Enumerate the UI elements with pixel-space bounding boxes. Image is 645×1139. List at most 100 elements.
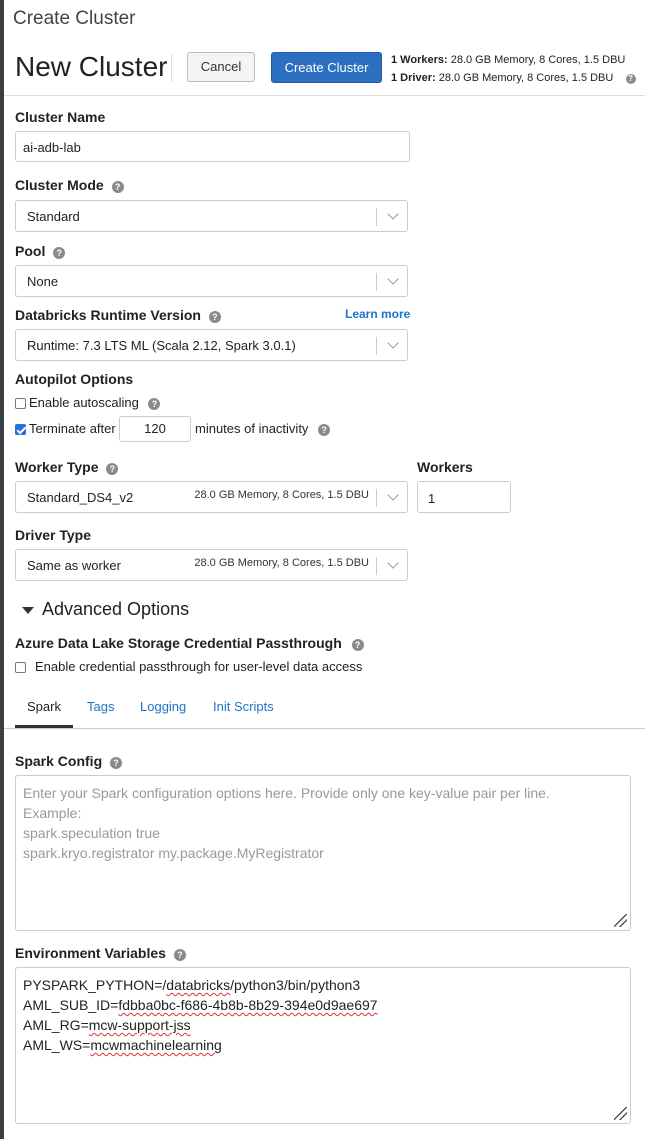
select-separator xyxy=(376,273,377,291)
env-var-value: databricks xyxy=(166,977,231,993)
pool-value: None xyxy=(27,274,59,289)
worker-type-value: Standard_DS4_v2 xyxy=(27,490,134,505)
driver-summary-label: 1 Driver: xyxy=(391,72,436,84)
terminate-minutes-value: 120 xyxy=(144,421,166,436)
terminate-row: Terminate after xyxy=(15,421,116,436)
terminate-checkbox[interactable] xyxy=(15,424,26,436)
env-vars-textarea[interactable]: PYSPARK_PYTHON=/databricks/python3/bin/p… xyxy=(15,967,631,1124)
spark-config-placeholder-line: spark.kryo.registrator my.package.MyRegi… xyxy=(23,845,324,861)
chevron-down-icon xyxy=(387,273,399,285)
autoscaling-label: Enable autoscaling xyxy=(29,395,139,410)
workers-value: 1 xyxy=(428,491,436,506)
terminate-minutes-input[interactable]: 120 xyxy=(119,416,191,442)
env-var-key: AML_SUB_ID= xyxy=(23,997,119,1013)
workers-summary-label: 1 Workers: xyxy=(391,54,448,66)
runtime-select[interactable]: Runtime: 7.3 LTS ML (Scala 2.12, Spark 3… xyxy=(15,329,408,361)
driver-summary-spec: 28.0 GB Memory, 8 Cores, 1.5 DBU xyxy=(438,72,614,84)
resize-grip-icon[interactable] xyxy=(614,914,627,927)
spark-config-placeholder-line: Enter your Spark configuration options h… xyxy=(23,785,550,801)
help-icon[interactable]: ? xyxy=(110,757,123,769)
passthrough-checkbox[interactable] xyxy=(15,662,26,674)
tab-tags[interactable]: Tags xyxy=(87,699,114,714)
runtime-label-text: Databricks Runtime Version xyxy=(15,307,201,323)
create-cluster-button[interactable]: Create Cluster xyxy=(271,52,382,83)
worker-type-label-text: Worker Type xyxy=(15,459,99,475)
header-rule xyxy=(4,95,645,96)
driver-type-value: Same as worker xyxy=(27,558,121,573)
select-separator xyxy=(376,208,377,226)
env-var-line: AML_SUB_ID=fdbba0bc-f686-4b8b-8b29-394e0… xyxy=(23,995,623,1015)
cluster-mode-select[interactable]: Standard xyxy=(15,200,408,232)
terminate-suffix: minutes of inactivity xyxy=(195,421,309,436)
chevron-down-icon xyxy=(387,557,399,569)
passthrough-checkbox-label: Enable credential passthrough for user-l… xyxy=(35,659,363,674)
driver-type-select[interactable]: Same as worker 28.0 GB Memory, 8 Cores, … xyxy=(15,549,408,581)
tab-logging[interactable]: Logging xyxy=(140,699,186,714)
learn-more-link[interactable]: Learn more xyxy=(345,307,410,321)
chevron-down-icon xyxy=(387,489,399,501)
env-var-line: PYSPARK_PYTHON=/databricks/python3/bin/p… xyxy=(23,975,623,995)
help-icon[interactable]: ? xyxy=(318,424,331,436)
help-icon[interactable]: ? xyxy=(173,949,186,961)
help-icon[interactable]: ? xyxy=(148,398,161,410)
cluster-heading: New Cluster xyxy=(15,51,168,82)
runtime-value: Runtime: 7.3 LTS ML (Scala 2.12, Spark 3… xyxy=(27,338,296,353)
cluster-summary: 1 Workers: 28.0 GB Memory, 8 Cores, 1.5 … xyxy=(391,51,636,87)
pool-select[interactable]: None xyxy=(15,265,408,297)
worker-type-label: Worker Type ? xyxy=(15,459,119,475)
select-separator xyxy=(376,489,377,507)
select-separator xyxy=(376,337,377,355)
terminate-suffix-row: minutes of inactivity ? xyxy=(195,421,331,436)
env-var-key: AML_WS= xyxy=(23,1037,91,1053)
page-title: Create Cluster xyxy=(13,8,136,29)
pool-label: Pool ? xyxy=(15,243,66,259)
env-var-value: mcw-support-jss xyxy=(88,1017,191,1033)
env-var-line: AML_WS=mcwmachinelearning xyxy=(23,1035,623,1055)
cluster-mode-value: Standard xyxy=(27,209,80,224)
env-vars-label: Environment Variables ? xyxy=(15,945,186,961)
tabs-rule xyxy=(4,728,645,729)
env-var-line: AML_RG=mcw-support-jss xyxy=(23,1015,623,1035)
workers-summary-spec: 28.0 GB Memory, 8 Cores, 1.5 DBU xyxy=(450,54,626,66)
autoscaling-row: Enable autoscaling ? xyxy=(15,395,161,410)
env-var-key: AML_RG= xyxy=(23,1017,89,1033)
env-var-rest: /python3/bin/python3 xyxy=(230,977,361,993)
resize-grip-icon[interactable] xyxy=(614,1107,627,1120)
left-divider xyxy=(0,0,4,1139)
spark-config-label: Spark Config ? xyxy=(15,753,123,769)
runtime-label: Databricks Runtime Version ? xyxy=(15,307,221,323)
chevron-down-icon xyxy=(387,208,399,220)
workers-input[interactable]: 1 xyxy=(417,481,511,513)
env-var-value: mcwmachinelearning xyxy=(90,1037,222,1053)
help-icon[interactable]: ? xyxy=(208,311,221,323)
help-icon[interactable]: ? xyxy=(351,639,364,651)
spark-config-textarea[interactable]: Enter your Spark configuration options h… xyxy=(15,775,631,931)
worker-type-spec: 28.0 GB Memory, 8 Cores, 1.5 DBU xyxy=(194,489,369,501)
workers-label: Workers xyxy=(417,459,473,475)
chevron-down-icon xyxy=(387,337,399,349)
env-vars-label-text: Environment Variables xyxy=(15,945,166,961)
cluster-name-value: ai-adb-lab xyxy=(23,140,81,155)
pool-label-text: Pool xyxy=(15,243,46,259)
help-icon[interactable]: ? xyxy=(111,181,124,193)
spark-config-label-text: Spark Config xyxy=(15,753,103,769)
terminate-label: Terminate after xyxy=(29,421,116,436)
cluster-mode-label: Cluster Mode ? xyxy=(15,177,124,193)
tab-spark[interactable]: Spark xyxy=(27,699,61,714)
cluster-mode-label-text: Cluster Mode xyxy=(15,177,104,193)
header-divider xyxy=(171,54,172,82)
cancel-button[interactable]: Cancel xyxy=(187,52,255,82)
advanced-options-toggle[interactable]: Advanced Options xyxy=(22,599,189,620)
help-icon[interactable]: ? xyxy=(53,247,66,259)
tab-init-scripts[interactable]: Init Scripts xyxy=(213,699,274,714)
worker-type-select[interactable]: Standard_DS4_v2 28.0 GB Memory, 8 Cores,… xyxy=(15,481,408,513)
spark-config-placeholder-line: spark.speculation true xyxy=(23,825,160,841)
env-var-key: PYSPARK_PYTHON=/ xyxy=(23,977,167,993)
help-icon[interactable]: ? xyxy=(625,74,636,84)
advanced-options-label: Advanced Options xyxy=(42,599,190,619)
autoscaling-checkbox[interactable] xyxy=(15,398,26,410)
help-icon[interactable]: ? xyxy=(106,463,119,475)
cluster-name-input[interactable]: ai-adb-lab xyxy=(15,131,410,162)
caret-down-icon xyxy=(22,606,34,614)
cluster-name-label: Cluster Name xyxy=(15,109,106,125)
